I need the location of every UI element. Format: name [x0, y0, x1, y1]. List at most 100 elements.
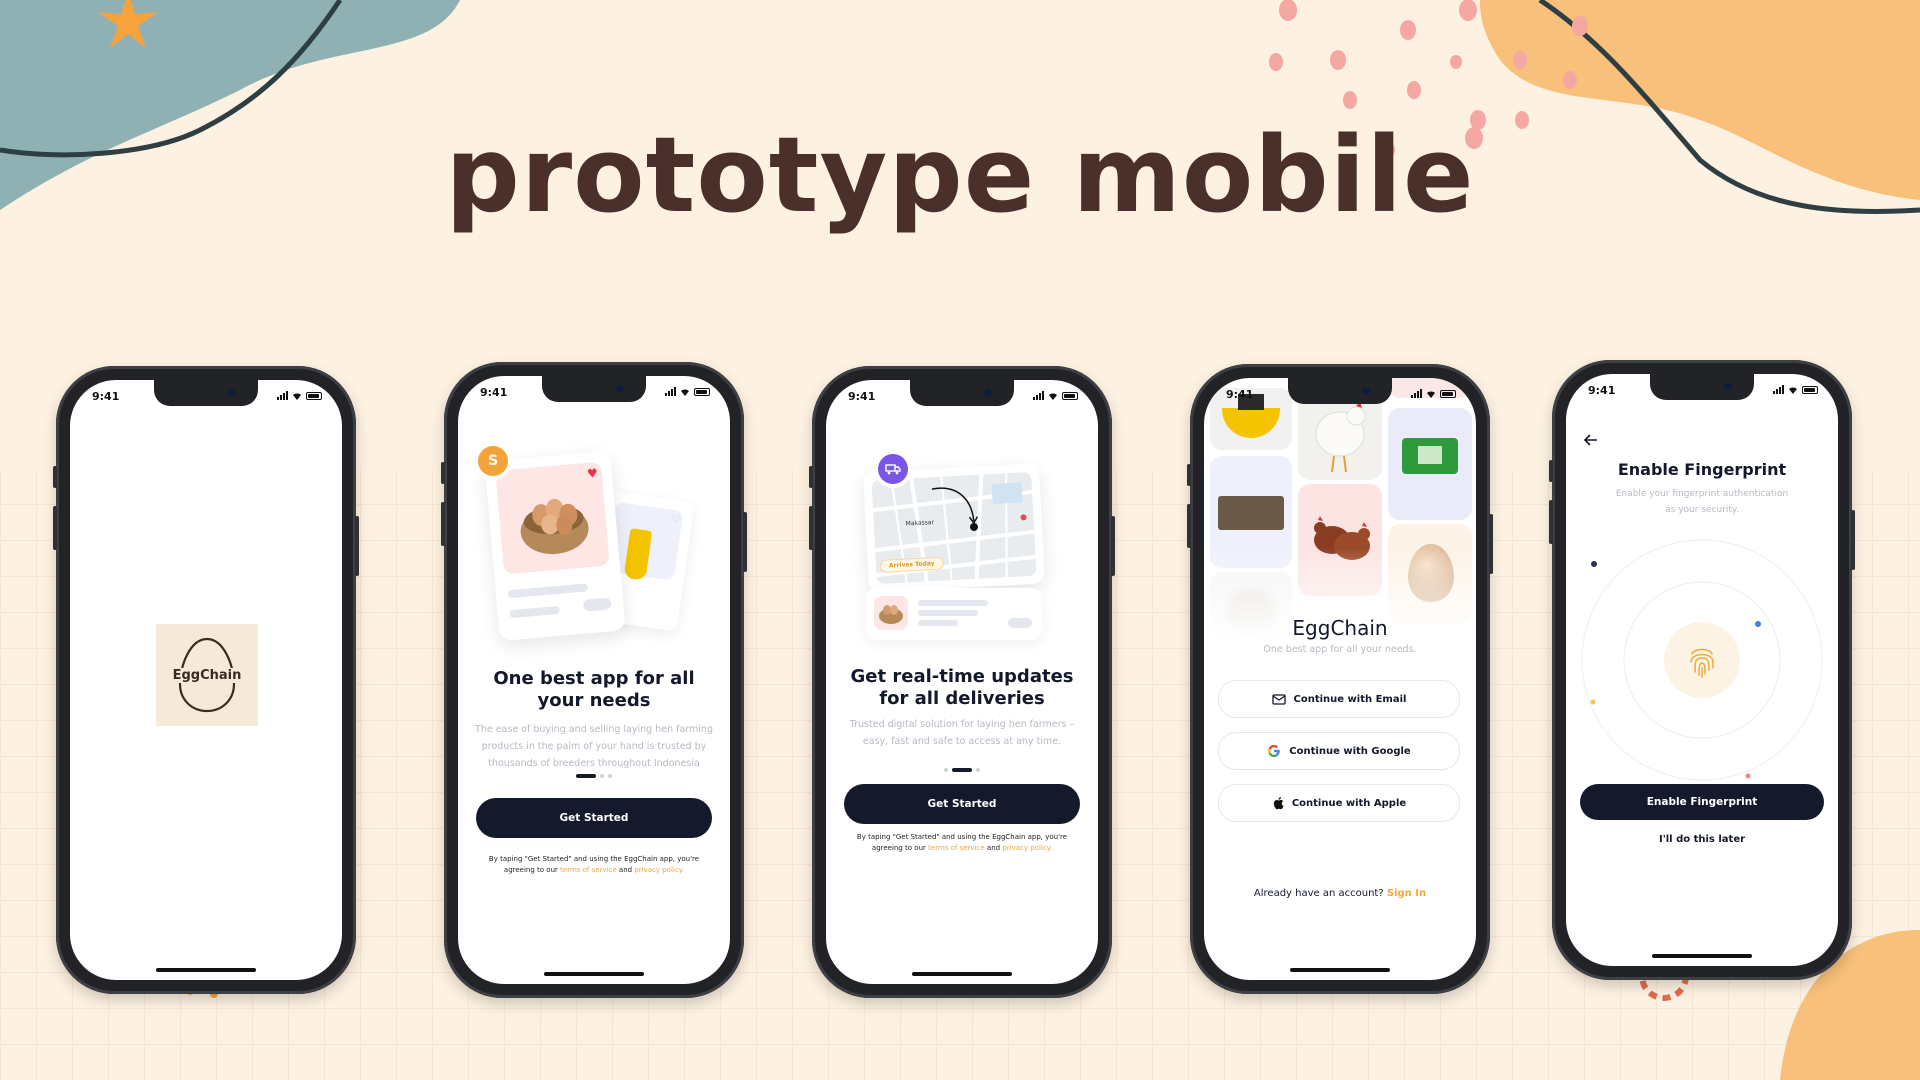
battery-icon: [1802, 386, 1818, 394]
battery-icon: [1062, 392, 1078, 400]
button-label: Continue with Apple: [1291, 797, 1407, 809]
truck-icon: [885, 464, 901, 475]
status-time: 9:41: [848, 390, 876, 403]
battery-icon: [694, 388, 710, 396]
mail-icon: [1271, 693, 1286, 705]
continue-apple-button[interactable]: Continue with Apple: [1218, 784, 1460, 822]
phone-screen: 9:41 EggChain One best app for all your …: [1204, 378, 1476, 980]
phone-screen: 9:41 ♡ ♥ S One best app for all your nee…: [458, 376, 730, 984]
terms-and: and: [986, 844, 1001, 852]
feed-bag-tile: [1388, 408, 1472, 520]
button-label: Get Started: [927, 798, 997, 810]
status-time: 9:41: [480, 386, 508, 399]
delivery-truck-badge: [878, 454, 908, 484]
google-icon: [1268, 745, 1281, 757]
status-time: 9:41: [92, 390, 120, 403]
terms-notice: By taping "Get Started" and using the Eg…: [478, 854, 710, 876]
skip-link[interactable]: I'll do this later: [1566, 834, 1838, 845]
home-indicator: [1652, 954, 1752, 958]
badge-letter: S: [487, 453, 499, 469]
terms-notice: By taping "Get Started" and using the Eg…: [846, 832, 1078, 854]
phone-onboarding-2: 9:41 Makassar Arrives Today Get real-tim…: [809, 366, 1115, 998]
brand-name: EggChain: [1292, 616, 1388, 640]
status-time: 9:41: [1226, 388, 1254, 401]
grid-fade: [1204, 548, 1476, 678]
signal-icon: [1033, 391, 1044, 400]
status-icons: [665, 387, 710, 396]
page-dot-active[interactable]: [952, 768, 972, 772]
page-title: prototype mobile: [445, 114, 1475, 236]
phone-fingerprint: 9:41 Enable Fingerprint Enable your fing…: [1549, 360, 1855, 980]
onboarding-heading: Get real-time updates for all deliveries: [826, 666, 1098, 710]
wifi-icon: [293, 393, 301, 400]
pagination-dots[interactable]: [826, 768, 1098, 772]
back-arrow-icon[interactable]: [1584, 434, 1598, 446]
phone-screen: 9:41 Enable Fingerprint Enable your fing…: [1566, 374, 1838, 966]
wifi-icon: [1789, 387, 1797, 394]
onboarding-heading: One best app for all your needs: [458, 668, 730, 712]
delivery-illustration: Makassar Arrives Today: [826, 430, 1098, 660]
logo-text: EggChain: [171, 667, 243, 683]
heading-line-1: Get real-time updates: [850, 666, 1074, 687]
continue-google-button[interactable]: Continue with Google: [1218, 732, 1460, 770]
home-indicator: [1290, 968, 1390, 972]
button-label: Continue with Google: [1289, 745, 1411, 757]
signal-icon: [277, 391, 288, 400]
sign-in-prompt: Already have an account? Sign In: [1204, 888, 1476, 899]
privacy-link[interactable]: privacy policy.: [634, 866, 684, 874]
phone-screen: 9:41 EggChain: [70, 380, 342, 980]
continue-email-button[interactable]: Continue with Email: [1218, 680, 1460, 718]
seller-badge: S: [478, 446, 508, 476]
battery-icon: [306, 392, 322, 400]
wifi-icon: [1427, 391, 1435, 398]
status-icons: [1033, 391, 1078, 400]
terms-and: and: [618, 866, 633, 874]
page-dot[interactable]: [944, 768, 948, 772]
terms-link[interactable]: terms of service: [928, 844, 985, 852]
pagination-dots[interactable]: [458, 774, 730, 778]
notch: [154, 380, 258, 406]
heading-line-1: One best app for all: [493, 668, 695, 689]
page-dot[interactable]: [976, 768, 980, 772]
page-dot-active[interactable]: [576, 774, 596, 778]
button-label: Continue with Email: [1293, 693, 1407, 705]
terms-link[interactable]: terms of service: [560, 866, 617, 874]
sign-in-link[interactable]: Sign In: [1387, 888, 1426, 899]
fingerprint-icon[interactable]: [1688, 644, 1716, 678]
get-started-button[interactable]: Get Started: [476, 798, 712, 838]
heading-line-2: your needs: [537, 690, 651, 711]
enable-fingerprint-button[interactable]: Enable Fingerprint: [1580, 784, 1824, 820]
order-card: [866, 588, 1042, 640]
onboarding-description: Trusted digital solution for laying hen …: [849, 719, 1075, 747]
button-label: Get Started: [559, 812, 629, 824]
account-prompt-text: Already have an account?: [1253, 888, 1384, 899]
button-label: Enable Fingerprint: [1646, 796, 1758, 808]
apple-icon: [1273, 797, 1284, 810]
get-started-button[interactable]: Get Started: [844, 784, 1080, 824]
onboarding-illustration: ♡ ♥ S: [458, 426, 730, 656]
home-indicator: [544, 972, 644, 976]
fingerprint-heading: Enable Fingerprint: [1617, 460, 1787, 479]
privacy-link[interactable]: privacy policy.: [1002, 844, 1052, 852]
phone-onboarding-1: 9:41 ♡ ♥ S One best app for all your nee…: [441, 362, 747, 998]
status-time: 9:41: [1588, 384, 1616, 397]
notch: [542, 376, 646, 402]
page-dot[interactable]: [600, 774, 604, 778]
status-icons: [1773, 385, 1818, 394]
egg-basket-thumb: [879, 605, 903, 624]
page-dot[interactable]: [608, 774, 612, 778]
heart-icon[interactable]: ♥: [586, 466, 598, 481]
front-product-card: ♥: [484, 450, 626, 642]
phone-screen: 9:41 Makassar Arrives Today Get real-tim…: [826, 380, 1098, 984]
battery-icon: [1440, 390, 1456, 398]
brand-tagline: One best app for all your needs.: [1263, 644, 1417, 655]
wifi-icon: [681, 389, 689, 396]
status-icons: [1411, 389, 1456, 398]
notch: [1288, 378, 1392, 404]
signal-icon: [1411, 389, 1422, 398]
notch: [910, 380, 1014, 406]
signal-icon: [665, 387, 676, 396]
home-indicator: [156, 968, 256, 972]
phone-splash: 9:41 EggChain: [53, 366, 359, 994]
map-location-label: Makassar: [905, 519, 935, 528]
